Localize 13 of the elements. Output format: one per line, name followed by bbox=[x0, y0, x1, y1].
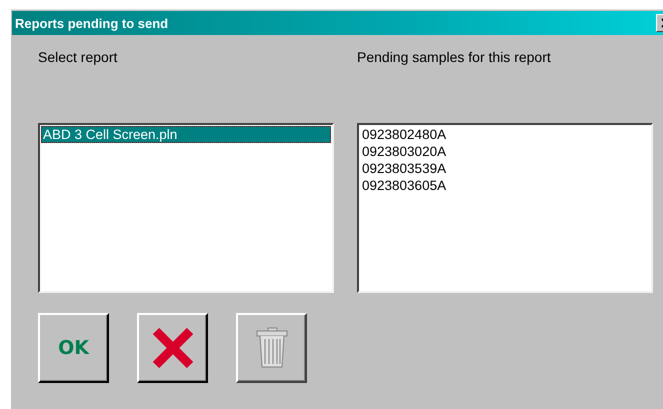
sample-list[interactable]: 0923802480A 0923803020A 0923803539A 0923803605A bbox=[357, 123, 653, 293]
sample-item[interactable]: 0923803539A bbox=[360, 160, 650, 177]
cancel-button[interactable] bbox=[137, 313, 208, 383]
report-item[interactable]: ABD 3 Cell Screen.pln bbox=[41, 126, 331, 143]
window-title: Reports pending to send bbox=[15, 16, 168, 30]
sample-item[interactable]: 0923803020A bbox=[360, 143, 650, 160]
pending-samples-label: Pending samples for this report bbox=[357, 49, 552, 67]
trash-icon bbox=[254, 327, 288, 369]
report-list[interactable]: ABD 3 Cell Screen.pln bbox=[38, 123, 334, 293]
sample-item[interactable]: 0923803605A bbox=[360, 177, 650, 194]
select-report-label: Select report bbox=[38, 49, 118, 67]
sample-item[interactable]: 0923802480A bbox=[360, 126, 650, 143]
cancel-x-icon bbox=[152, 327, 194, 369]
